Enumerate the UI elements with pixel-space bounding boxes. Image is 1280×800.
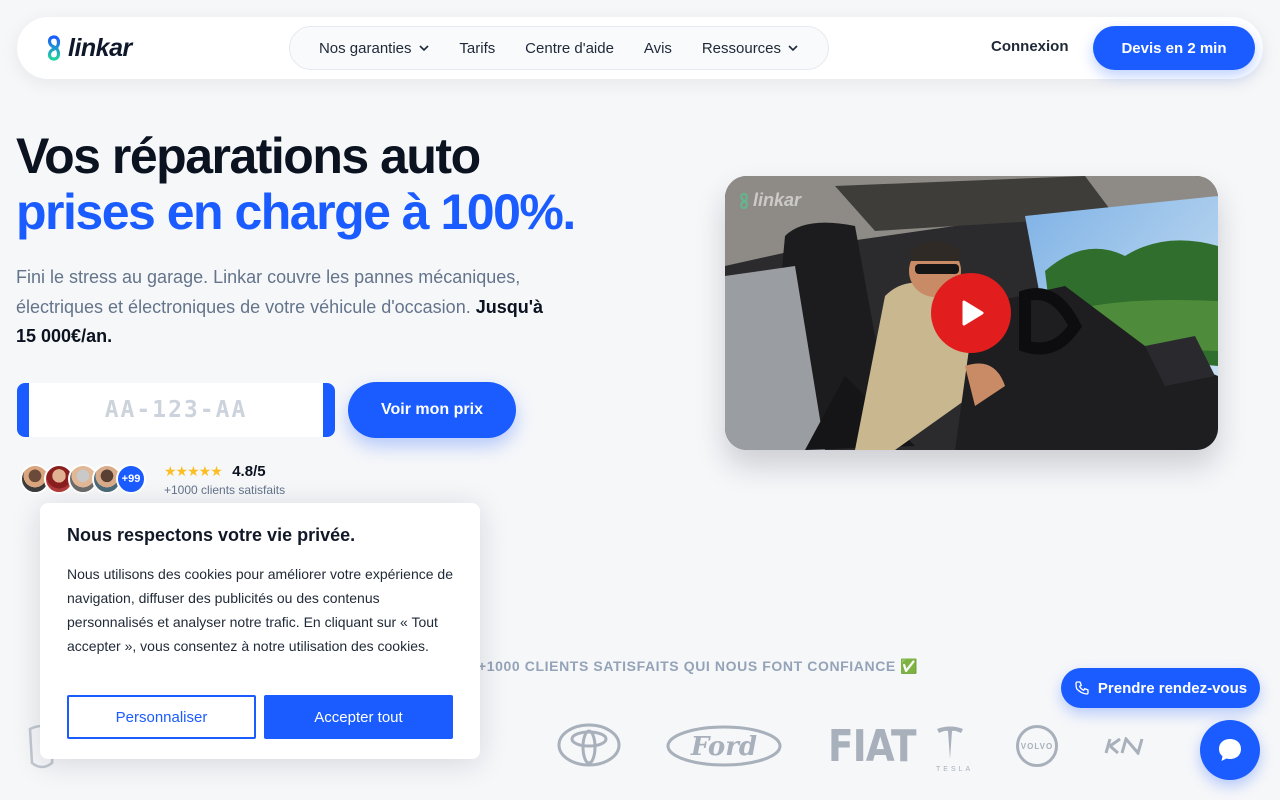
volvo-logo: VOLVO [1016, 725, 1058, 767]
svg-text:Ford: Ford [690, 732, 757, 762]
cookie-text: Nous utilisons des cookies pour améliore… [67, 566, 453, 654]
main-nav: Nos garanties Tarifs Centre d'aide Avis … [289, 26, 829, 70]
chevron-down-icon [418, 45, 429, 52]
appointment-button[interactable]: Prendre rendez-vous [1061, 668, 1260, 708]
clients-count: +1000 clients satisfaits [164, 483, 286, 497]
fiat-logo: FIAT [828, 721, 916, 772]
login-link[interactable]: Connexion [991, 38, 1069, 55]
volvo-wordmark: VOLVO [1020, 741, 1054, 751]
toyota-logo-icon [557, 723, 621, 767]
nav-item-centre-aide[interactable]: Centre d'aide [525, 40, 614, 57]
play-button[interactable] [931, 273, 1011, 353]
license-plate-input[interactable]: AA-123-AA [17, 383, 335, 437]
nav-item-ressources[interactable]: Ressources [702, 40, 799, 57]
tesla-logo: TESLA [932, 725, 974, 773]
cookie-banner: Nous respectons votre vie privée. Nous u… [40, 503, 480, 759]
quote-button[interactable]: Devis en 2 min [1093, 26, 1255, 70]
kia-logo-icon [1104, 737, 1144, 755]
logo[interactable]: linkar [43, 34, 132, 62]
linkar-logo-icon [740, 192, 748, 209]
hero-lead: Fini le stress au garage. Linkar couvre … [16, 263, 556, 352]
nav-label: Nos garanties [318, 39, 412, 57]
tesla-t-icon [937, 726, 963, 759]
customer-avatars: +99 [20, 464, 146, 496]
play-icon [962, 300, 984, 326]
video-player[interactable]: linkar [725, 176, 1218, 450]
rating-block: ★★★★★ 4.8/5 +1000 clients satisfaits [164, 463, 285, 497]
star-rating-icon: ★★★★★ [164, 463, 223, 479]
video-watermark-text: linkar [753, 190, 802, 210]
see-price-button[interactable]: Voir mon prix [348, 382, 516, 438]
accept-all-cookies-button[interactable]: Accepter tout [264, 695, 453, 739]
nav-item-garanties[interactable]: Nos garanties [319, 40, 430, 57]
ford-logo-icon: Ford [666, 725, 782, 767]
trust-label: +1000 CLIENTS SATISFAITS QUI NOUS FONT C… [478, 658, 919, 674]
site-header: linkar Nos garanties Tarifs Centre d'aid… [17, 17, 1263, 79]
nav-label: Ressources [701, 39, 782, 57]
nav-label: Avis [643, 39, 672, 57]
nav-item-avis[interactable]: Avis [644, 40, 672, 57]
logo-text: linkar [68, 33, 132, 62]
tesla-wordmark: TESLA [936, 766, 974, 773]
hero-title-line1: Vos réparations auto [16, 128, 481, 184]
rating-score: 4.8/5 [232, 463, 266, 480]
avatars-more-badge: +99 [116, 464, 146, 494]
chevron-down-icon [788, 45, 798, 52]
customize-cookies-button[interactable]: Personnaliser [67, 695, 256, 739]
chat-bubble-icon [1219, 739, 1241, 761]
nav-label: Tarifs [459, 39, 496, 57]
cookie-title: Nous respectons votre vie privée. [67, 525, 356, 545]
nav-label: Centre d'aide [525, 39, 614, 57]
license-plate-placeholder[interactable]: AA-123-AA [29, 383, 323, 437]
hero-title-line2: prises en charge à 100%. [16, 184, 576, 240]
chat-launcher[interactable] [1200, 720, 1260, 780]
linkar-logo-icon [47, 35, 61, 61]
phone-icon [1075, 681, 1089, 695]
appointment-label: Prendre rendez-vous [1097, 679, 1248, 697]
nav-item-tarifs[interactable]: Tarifs [459, 40, 495, 57]
hero-lead-text: Fini le stress au garage. Linkar couvre … [16, 267, 521, 317]
video-watermark: linkar [737, 190, 801, 211]
